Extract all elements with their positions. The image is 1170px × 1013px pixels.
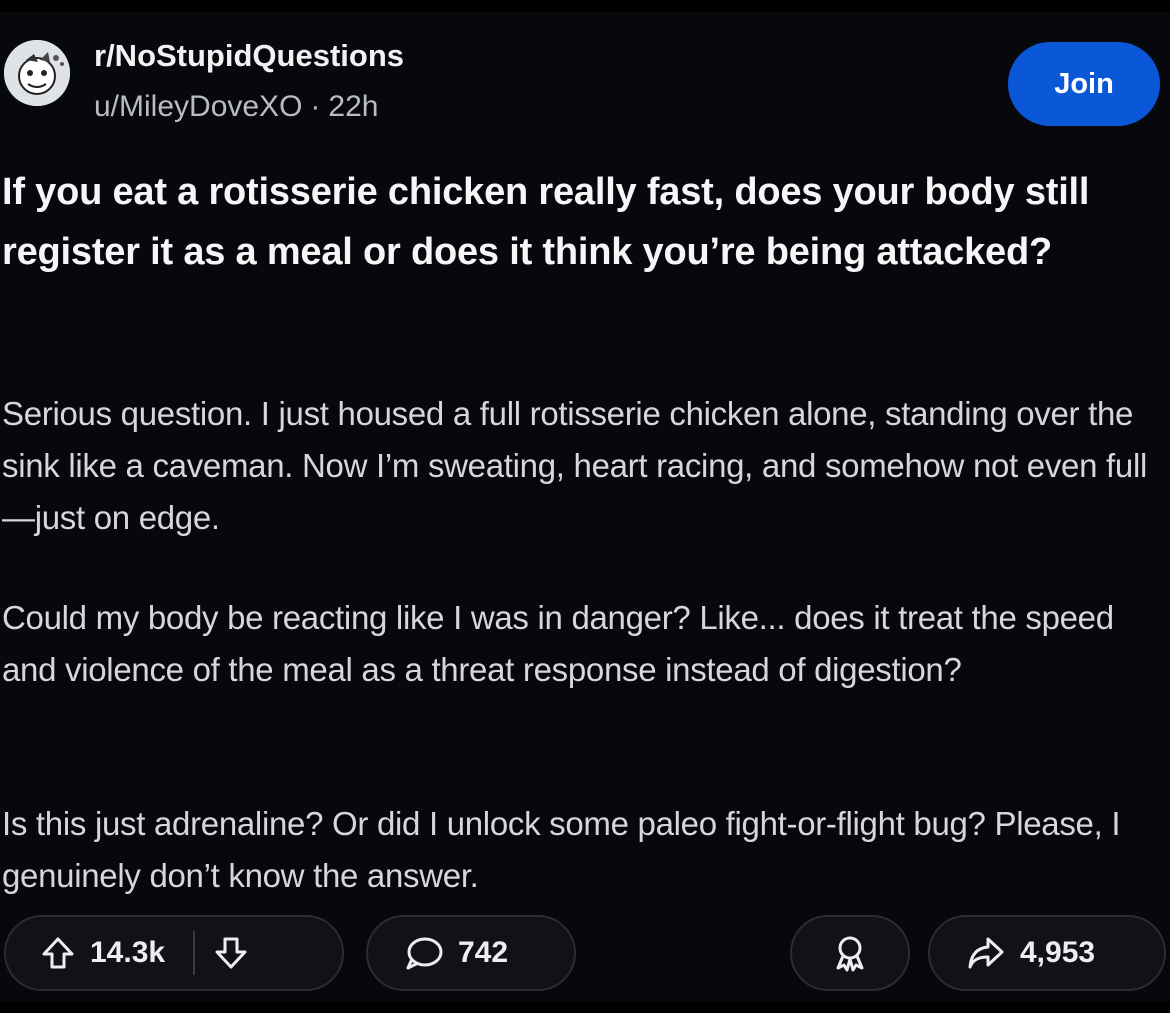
speech-bubble-icon (404, 935, 444, 971)
award-button[interactable] (790, 915, 910, 991)
post-card: r/NoStupidQuestions u/MileyDoveXO · 22h Jo… (0, 12, 1170, 1002)
comment-count: 742 (458, 936, 509, 969)
post-age: 22h (328, 90, 379, 123)
meta-separator: · (310, 90, 321, 123)
vote-divider (193, 931, 196, 975)
subreddit-avatar[interactable] (4, 40, 70, 106)
share-arrow-icon (966, 935, 1006, 971)
post-title[interactable]: If you eat a rotisserie chicken really f… (2, 162, 1152, 282)
share-count: 4,953 (1020, 936, 1096, 969)
upvote-arrow-icon[interactable] (40, 935, 76, 971)
author-name[interactable]: u/MileyDoveXO (94, 90, 302, 123)
post-meta: u/MileyDoveXO · 22h (94, 90, 378, 124)
post-body-paragraph: Could my body be reacting like I was in … (2, 599, 1114, 688)
downvote-arrow-icon[interactable] (213, 935, 249, 971)
post-action-bar: 14.3k 742 4,953 (0, 915, 1170, 995)
subreddit-name[interactable]: r/NoStupidQuestions (94, 38, 404, 74)
vote-control: 14.3k (4, 915, 344, 991)
join-button[interactable]: Join (1008, 42, 1160, 126)
award-ribbon-icon (832, 934, 868, 972)
post-body-paragraph: Is this just adrenaline? Or did I unlock… (2, 805, 1121, 894)
comments-button[interactable]: 742 (366, 915, 576, 991)
post-body-paragraph: Serious question. I just housed a full r… (2, 395, 1148, 536)
share-button[interactable]: 4,953 (928, 915, 1166, 991)
upvote-count: 14.3k (90, 936, 166, 969)
